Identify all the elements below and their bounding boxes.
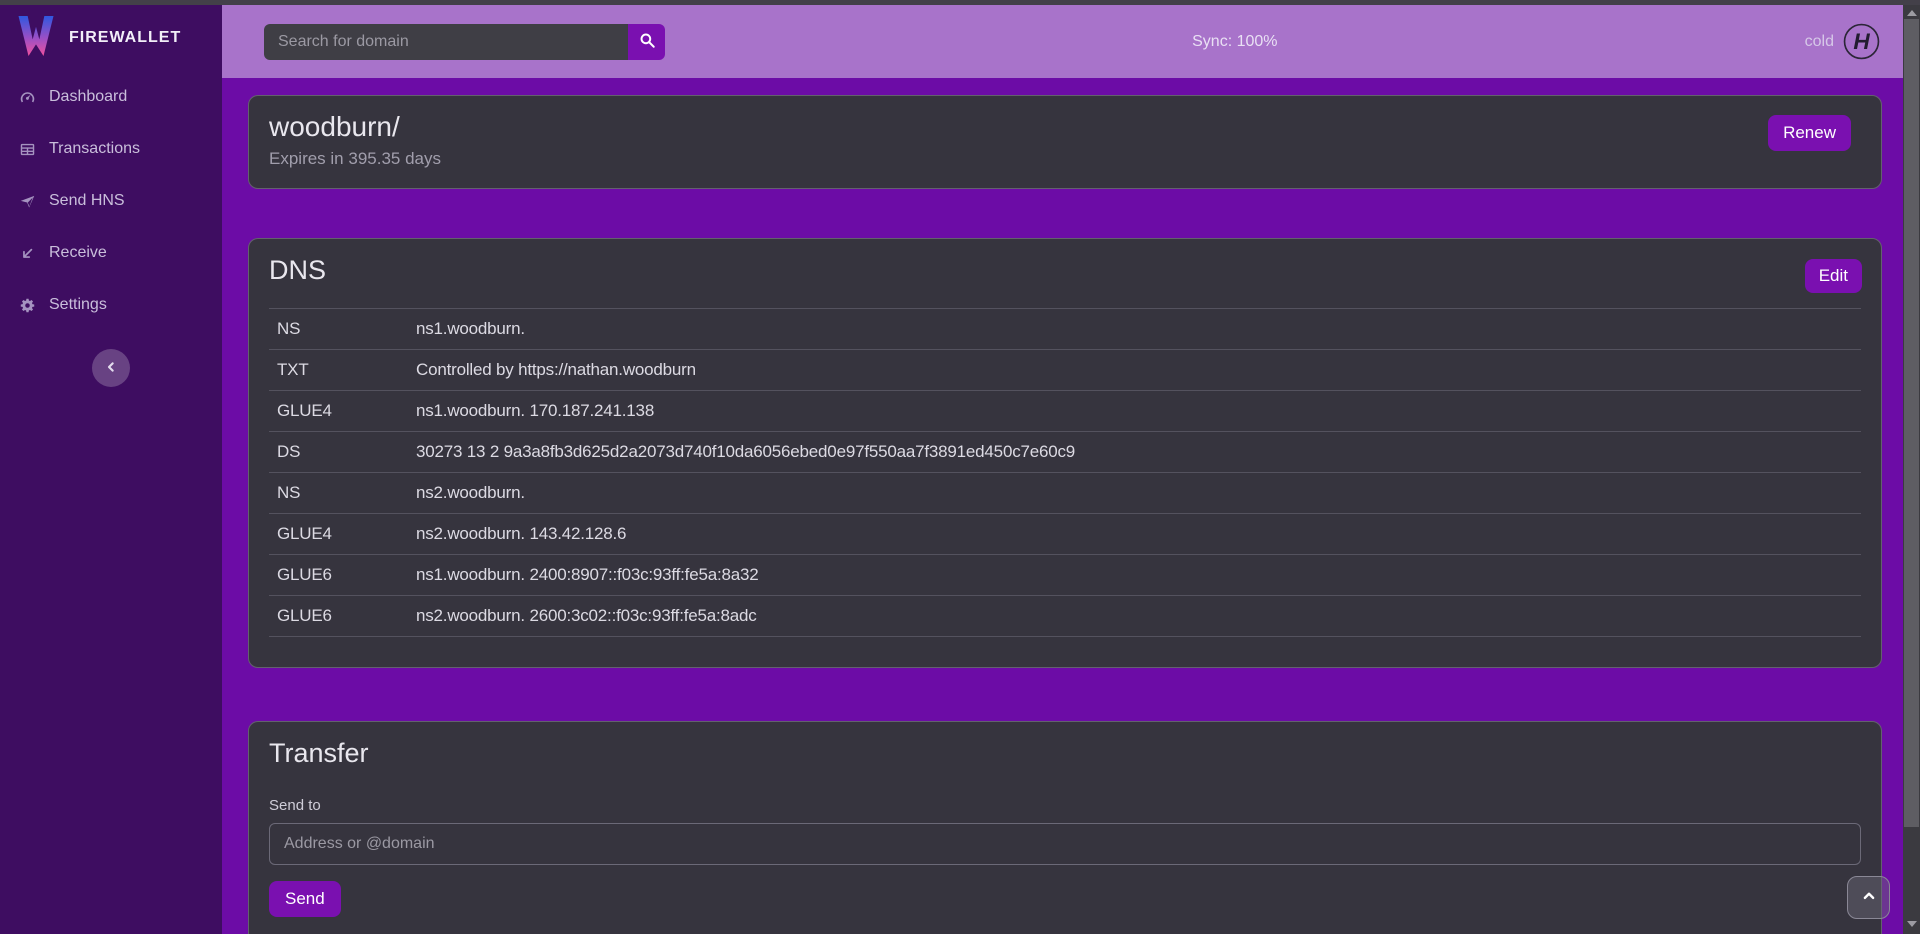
sidebar-item-label: Transactions [49, 140, 140, 158]
sidebar-collapse-button[interactable] [92, 349, 130, 387]
gauge-icon [18, 88, 37, 107]
dns-record-row[interactable]: GLUE4 ns1.woodburn. 170.187.241.138 [269, 391, 1861, 432]
dns-record-row[interactable]: NS ns2.woodburn. [269, 473, 1861, 514]
dns-record-value: ns2.woodburn. 2600:3c02::f03c:93ff:fe5a:… [416, 606, 1861, 626]
dns-record-row[interactable]: NS ns1.woodburn. [269, 309, 1861, 350]
topbar: Sync: 100% cold H [222, 5, 1903, 78]
content-area: woodburn/ Expires in 395.35 days Renew D… [222, 78, 1903, 934]
main-column: Sync: 100% cold H woodburn/ Expires in 3… [222, 5, 1903, 934]
dns-record-type: NS [269, 483, 416, 503]
dns-record-row[interactable]: GLUE6 ns2.woodburn. 2600:3c02::f03c:93ff… [269, 596, 1861, 637]
sidebar-item-transactions[interactable]: Transactions [0, 123, 222, 175]
sidebar-item-label: Receive [49, 244, 107, 262]
page-scrollbar[interactable] [1903, 5, 1920, 934]
dns-record-value: ns1.woodburn. 170.187.241.138 [416, 401, 1861, 421]
transfer-address-input[interactable] [269, 823, 1861, 865]
wallet-name: cold [1805, 33, 1834, 51]
domain-search-group [264, 24, 665, 60]
dns-card: DNS Edit NS ns1.woodburn. TXT Con [248, 238, 1882, 668]
dns-title: DNS [269, 255, 1861, 286]
domain-expiry-text: Expires in 395.35 days [269, 149, 1861, 169]
firewallet-logo-icon [16, 14, 56, 63]
dns-record-value: ns2.woodburn. [416, 483, 1861, 503]
dns-record-type: NS [269, 319, 416, 339]
domain-name-title: woodburn/ [269, 109, 1861, 145]
dns-record-value: 30273 13 2 9a3a8fb3d625d2a2073d740f10da6… [416, 442, 1861, 462]
search-input[interactable] [264, 24, 628, 60]
handshake-logo-icon: H [1843, 23, 1880, 60]
sidebar: FIREWALLET Dashboard Transactions [0, 5, 222, 934]
dns-record-value: ns1.woodburn. 2400:8907::f03c:93ff:fe5a:… [416, 565, 1861, 585]
dns-record-row[interactable]: GLUE4 ns2.woodburn. 143.42.128.6 [269, 514, 1861, 555]
dns-record-value: ns1.woodburn. [416, 319, 1861, 339]
domain-card: woodburn/ Expires in 395.35 days Renew [248, 95, 1882, 189]
dns-record-row[interactable]: GLUE6 ns1.woodburn. 2400:8907::f03c:93ff… [269, 555, 1861, 596]
sidebar-item-send-hns[interactable]: Send HNS [0, 175, 222, 227]
sidebar-nav: Dashboard Transactions Send HNS [0, 71, 222, 331]
dns-record-row[interactable]: DS 30273 13 2 9a3a8fb3d625d2a2073d740f10… [269, 432, 1861, 473]
sidebar-item-label: Dashboard [49, 88, 127, 106]
scrollbar-thumb[interactable] [1904, 19, 1919, 827]
sidebar-item-dashboard[interactable]: Dashboard [0, 71, 222, 123]
send-to-label: Send to [269, 797, 1861, 814]
wallet-indicator[interactable]: cold H [1805, 23, 1880, 60]
scroll-to-top-button[interactable] [1847, 876, 1890, 919]
dns-record-row[interactable]: TXT Controlled by https://nathan.woodbur… [269, 350, 1861, 391]
edit-dns-button[interactable]: Edit [1805, 259, 1862, 293]
dns-record-type: GLUE4 [269, 401, 416, 421]
firewallet-app: FIREWALLET Dashboard Transactions [0, 0, 1920, 934]
scrollbar-down-arrow[interactable] [1903, 916, 1920, 932]
transfer-title: Transfer [269, 738, 1861, 769]
paper-plane-icon [18, 192, 37, 211]
table-icon [18, 140, 37, 159]
sidebar-item-settings[interactable]: Settings [0, 279, 222, 331]
chevron-left-icon [103, 359, 119, 378]
dns-record-type: DS [269, 442, 416, 462]
dns-record-type: GLUE6 [269, 565, 416, 585]
app-shell: FIREWALLET Dashboard Transactions [0, 5, 1920, 934]
chevron-up-icon [1860, 887, 1878, 908]
search-button[interactable] [628, 24, 665, 60]
dns-record-type: GLUE6 [269, 606, 416, 626]
sidebar-item-receive[interactable]: Receive [0, 227, 222, 279]
gear-icon [18, 296, 37, 315]
brand[interactable]: FIREWALLET [0, 5, 222, 71]
dns-record-type: TXT [269, 360, 416, 380]
arrow-down-left-icon [18, 244, 37, 263]
app-title: FIREWALLET [69, 29, 181, 47]
renew-button[interactable]: Renew [1768, 115, 1851, 151]
sidebar-item-label: Send HNS [49, 192, 125, 210]
sync-status: Sync: 100% [665, 33, 1805, 51]
dns-record-value: ns2.woodburn. 143.42.128.6 [416, 524, 1861, 544]
dns-record-value: Controlled by https://nathan.woodburn [416, 360, 1861, 380]
search-icon [638, 31, 656, 52]
sidebar-item-label: Settings [49, 296, 107, 314]
dns-records-table: NS ns1.woodburn. TXT Controlled by https… [269, 308, 1861, 637]
transfer-card: Transfer Send to Send [248, 721, 1882, 934]
dns-record-type: GLUE4 [269, 524, 416, 544]
svg-text:H: H [1853, 29, 1870, 54]
send-button[interactable]: Send [269, 881, 341, 917]
